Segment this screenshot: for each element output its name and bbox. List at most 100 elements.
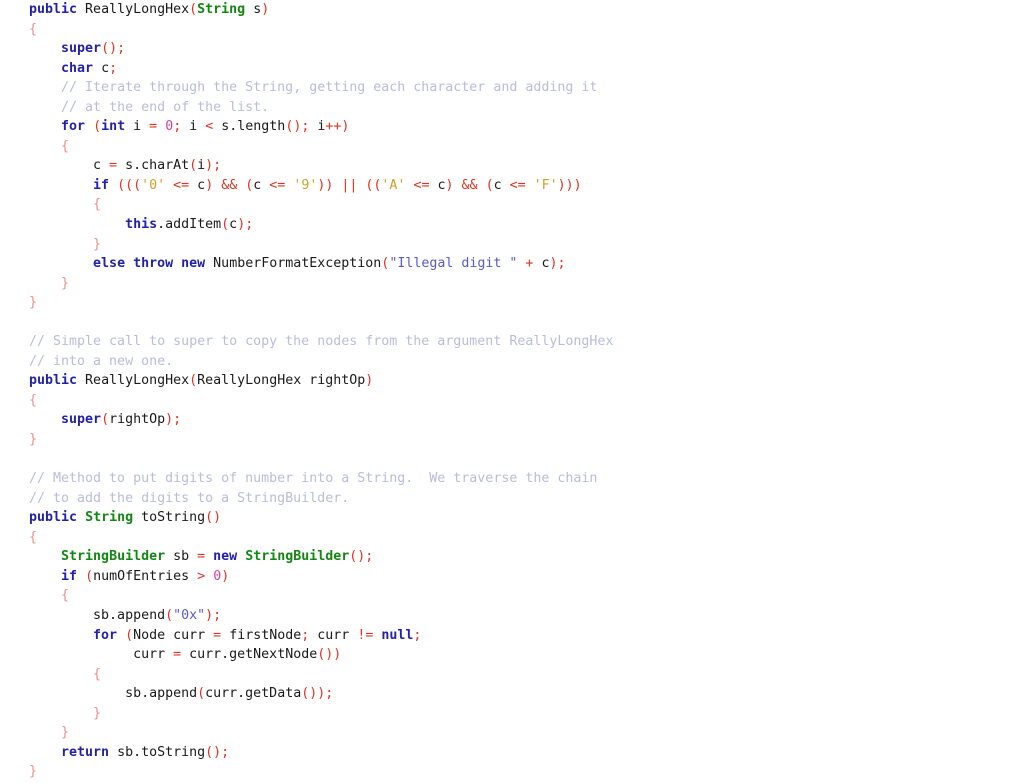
- code-token-kw: new: [213, 549, 238, 565]
- code-token-plain: sb.append: [29, 686, 198, 702]
- code-token-kw: super: [61, 41, 102, 57]
- code-line: {: [0, 586, 1024, 606]
- code-token-punc: >: [197, 568, 206, 584]
- code-token-plain: ReallyLongHex: [77, 2, 190, 17]
- code-line: StringBuilder sb = new StringBuilder();: [0, 547, 1024, 567]
- code-token-punc: (): [205, 510, 222, 526]
- code-token-comment: // to add the digits to a StringBuilder.: [29, 490, 350, 506]
- code-line: sb.append("0x");: [0, 606, 1024, 626]
- code-token-brace: }: [61, 275, 70, 291]
- code-token-punc: ): [261, 2, 270, 17]
- code-token-plain: Node curr: [133, 627, 214, 643]
- code-line: c = s.charAt(i);: [0, 156, 1024, 176]
- code-token-punc: ++): [325, 119, 350, 135]
- code-token-comment: // Simple call to super to copy the node…: [29, 334, 614, 350]
- code-line: // at the end of the list.: [0, 98, 1024, 118]
- code-line: return sb.toString();: [0, 743, 1024, 763]
- code-token-brace: {: [61, 138, 70, 154]
- code-token-plain: c: [189, 177, 206, 193]
- code-line: sb.append(curr.getData());: [0, 684, 1024, 704]
- code-line: super(rightOp);: [0, 410, 1024, 430]
- code-token-plain: c: [429, 177, 446, 193]
- code-line: }: [0, 274, 1024, 294]
- code-line: // Method to put digits of number into a…: [0, 469, 1024, 489]
- code-token-brace: {: [93, 197, 102, 213]
- code-token-punc: );: [549, 256, 566, 272]
- code-token-punc: (: [485, 177, 494, 193]
- code-token-plain: i: [309, 119, 326, 135]
- code-token-plain: curr.getData: [205, 686, 302, 702]
- code-token-punc: !=: [357, 627, 374, 643]
- code-token-plain: sb.toString: [109, 744, 206, 760]
- code-line: this.addItem(c);: [0, 215, 1024, 235]
- code-token-brace: }: [93, 705, 102, 721]
- code-token-punc: );: [237, 217, 254, 233]
- code-token-punc: <=: [509, 177, 526, 193]
- code-token-kw: int: [101, 119, 126, 135]
- code-token-punc: =: [149, 119, 158, 135]
- code-token-plain: i: [125, 119, 150, 135]
- code-token-plain: c: [493, 177, 510, 193]
- code-token-punc: =: [197, 549, 206, 565]
- code-token-plain: c: [29, 158, 110, 174]
- code-token-kw: return: [61, 744, 110, 760]
- code-line: public ReallyLongHex(String s): [0, 0, 1024, 20]
- code-token-blank: [29, 452, 37, 467]
- code-token-brace: {: [29, 529, 38, 545]
- code-token-kw: this: [125, 217, 158, 233]
- code-token-punc: (: [189, 158, 198, 174]
- code-line: for (int i = 0; i < s.length(); i++): [0, 117, 1024, 137]
- code-token-plain: NumberFormatException: [205, 256, 382, 272]
- code-token-kw: super: [61, 412, 102, 428]
- code-line: // Iterate through the String, getting e…: [0, 78, 1024, 98]
- code-token-punc: ): [445, 177, 454, 193]
- code-token-kw: if: [61, 568, 78, 584]
- code-token-punc: (: [221, 217, 230, 233]
- code-token-punc: ;: [109, 60, 118, 76]
- code-token-punc: (: [165, 607, 174, 623]
- code-viewer[interactable]: public ReallyLongHex(String s) { super ();…: [0, 0, 1024, 783]
- code-token-punc: ();: [349, 549, 374, 565]
- code-line: }: [0, 762, 1024, 782]
- code-token-punc: =: [213, 627, 222, 643]
- code-token-plain: .addItem: [157, 217, 222, 233]
- code-token-type: String: [85, 510, 134, 526]
- code-token-punc: <=: [269, 177, 286, 193]
- code-token-plain: rightOp: [109, 412, 166, 428]
- code-token-plain: ReallyLongHex rightOp: [197, 373, 366, 389]
- code-token-char: 'A': [381, 177, 406, 193]
- code-token-plain: sb: [165, 549, 198, 565]
- code-token-punc: ;: [413, 627, 422, 643]
- code-token-brace: }: [29, 295, 38, 311]
- code-token-plain: i: [197, 158, 206, 174]
- code-token-plain: curr: [29, 647, 174, 663]
- code-line: // Simple call to super to copy the node…: [0, 332, 1024, 352]
- code-token-punc: <=: [173, 177, 190, 193]
- code-token-plain: firstNode: [221, 627, 302, 643]
- code-token-punc: ();: [285, 119, 310, 135]
- code-token-plain: ReallyLongHex: [77, 373, 190, 389]
- code-token-type: StringBuilder: [61, 549, 166, 565]
- code-token-punc: (: [85, 568, 94, 584]
- code-token-plain: curr.getNextNode: [181, 647, 318, 663]
- code-token-punc: (: [93, 119, 102, 135]
- code-token-type: String: [197, 2, 246, 17]
- code-token-punc: ): [365, 373, 374, 389]
